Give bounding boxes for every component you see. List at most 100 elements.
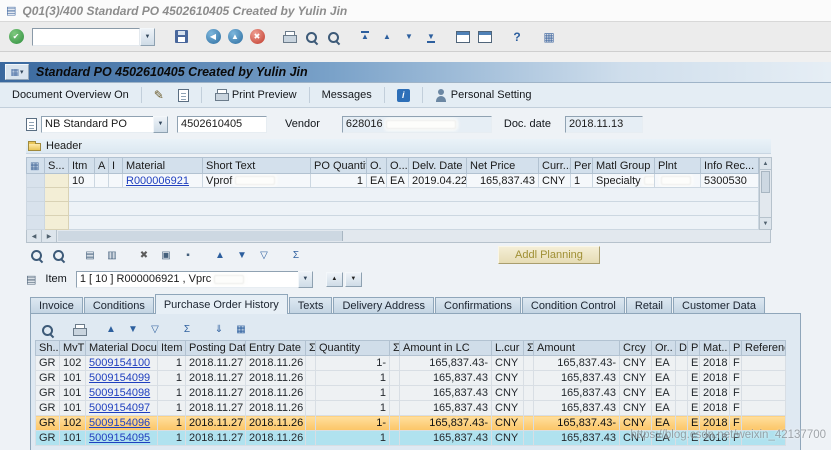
column-header[interactable]: PO Quantity — [310, 157, 367, 174]
save-icon[interactable] — [171, 26, 191, 48]
history-row[interactable]: GR 102 5009154096 1 2018.11.27 2018.11.2… — [35, 415, 786, 431]
item-row[interactable]: 10 R000006921 Vprof 1 EA EA 2019.04.22 1… — [26, 173, 759, 188]
column-header[interactable]: Amount — [533, 340, 620, 356]
filter-icon[interactable]: ▽ — [145, 319, 165, 341]
column-header[interactable]: Material Docu... — [85, 340, 158, 356]
column-header[interactable]: Quantity — [315, 340, 390, 356]
history-row[interactable]: GR 101 5009154099 1 2018.11.27 2018.11.2… — [35, 370, 786, 386]
scroll-left-icon[interactable] — [27, 230, 42, 242]
material-document-link[interactable]: 5009154098 — [89, 387, 150, 399]
column-header[interactable]: P — [729, 340, 742, 356]
item-combo-value[interactable]: 1 [ 10 ] R000006921 , Vprc — [75, 270, 298, 288]
column-header[interactable]: Reference — [741, 340, 786, 356]
next-page-icon[interactable]: ▼ — [399, 26, 419, 48]
history-row[interactable]: GR 101 5009154095 1 2018.11.27 2018.11.2… — [35, 430, 786, 446]
column-header[interactable]: Crcy — [619, 340, 652, 356]
print-icon[interactable] — [279, 26, 299, 48]
empty-item-row[interactable] — [26, 187, 759, 202]
sort-descending-icon[interactable]: ▼ — [123, 319, 143, 341]
column-header[interactable]: Entry Date — [245, 340, 306, 356]
scroll-down-icon[interactable] — [760, 217, 771, 229]
column-header[interactable]: Curr... — [538, 157, 571, 174]
row-select-cell[interactable] — [26, 215, 45, 230]
column-header[interactable]: Material — [122, 157, 203, 174]
search-next-icon[interactable] — [48, 244, 68, 266]
column-header[interactable]: Matl Group — [592, 157, 655, 174]
find-next-icon[interactable] — [323, 26, 343, 48]
column-header[interactable]: Amount in LC — [399, 340, 492, 356]
back-icon[interactable]: ◀ — [203, 26, 223, 48]
addl-planning-button[interactable]: Addl Planning — [498, 246, 600, 264]
column-header[interactable]: O. — [366, 157, 387, 174]
scroll-right-icon[interactable] — [42, 230, 57, 242]
table-settings-icon[interactable] — [30, 160, 39, 172]
order-type-value[interactable]: NB Standard PO — [41, 115, 153, 133]
details-icon[interactable] — [37, 319, 57, 341]
new-session-icon[interactable] — [453, 26, 473, 48]
tab[interactable]: Confirmations — [435, 297, 521, 314]
column-header[interactable]: Σ — [389, 340, 400, 356]
column-header[interactable]: Per — [570, 157, 593, 174]
history-row[interactable]: GR 101 5009154098 1 2018.11.27 2018.11.2… — [35, 385, 786, 401]
customize-layout-icon[interactable]: ▦ — [539, 26, 559, 48]
column-header[interactable]: Mat.. — [699, 340, 730, 356]
tab[interactable]: Texts — [288, 297, 333, 314]
export-icon[interactable]: ⇓ — [209, 319, 229, 341]
duplicate-item-icon[interactable]: ▣ — [156, 244, 176, 266]
previous-page-icon[interactable]: ▲ — [377, 26, 397, 48]
create-shortcut-icon[interactable] — [475, 26, 495, 48]
command-field[interactable] — [32, 27, 140, 46]
column-header[interactable]: P — [687, 340, 700, 356]
help-icon[interactable]: ? — [507, 26, 527, 48]
next-item-icon[interactable] — [344, 271, 362, 287]
column-header[interactable]: Short Text — [202, 157, 311, 174]
tab[interactable]: Conditions — [83, 297, 154, 314]
column-header[interactable]: MvT — [59, 340, 86, 356]
display-change-button[interactable] — [150, 86, 168, 104]
sum-icon[interactable]: Σ — [177, 319, 197, 341]
tab[interactable]: Invoice — [30, 297, 83, 314]
column-header[interactable]: O... — [386, 157, 409, 174]
print-preview-button[interactable]: Print Preview — [210, 87, 301, 103]
subtotal-icon[interactable]: Σ — [286, 244, 306, 266]
vendor-field[interactable]: 628016 — [341, 115, 492, 133]
material-document-link[interactable]: 5009154095 — [89, 432, 150, 444]
messages-button[interactable]: Messages — [318, 87, 376, 103]
previous-item-icon[interactable] — [325, 271, 343, 287]
column-header[interactable]: Itm — [68, 157, 95, 174]
sort-descending-icon[interactable]: ▼ — [232, 244, 252, 266]
layout-icon[interactable]: ▦ — [231, 319, 251, 341]
column-header[interactable]: Σ — [523, 340, 534, 356]
find-icon[interactable] — [301, 26, 321, 48]
sort-ascending-icon[interactable]: ▲ — [210, 244, 230, 266]
scroll-up-icon[interactable] — [760, 158, 771, 170]
other-purchase-order-button[interactable] — [174, 87, 193, 104]
print-icon[interactable] — [69, 319, 89, 341]
tab[interactable]: Delivery Address — [333, 297, 435, 314]
column-header[interactable]: Info Rec... — [700, 157, 759, 174]
material-link[interactable]: R000006921 — [126, 175, 189, 187]
tab[interactable]: Purchase Order History — [154, 294, 288, 314]
column-header[interactable]: Plnt — [654, 157, 701, 174]
exit-icon[interactable]: ▲ — [225, 26, 245, 48]
horizontal-scroll-thumb[interactable] — [58, 231, 343, 241]
column-header[interactable]: L.cur — [491, 340, 524, 356]
history-row[interactable]: GR 102 5009154100 1 2018.11.27 2018.11.2… — [35, 355, 786, 371]
po-number-field[interactable]: 4502610405 — [177, 115, 267, 133]
transaction-menu-icon[interactable] — [5, 64, 29, 80]
row-select-cell[interactable] — [26, 187, 45, 202]
document-overview-button[interactable]: Document Overview On — [8, 87, 133, 103]
doc-date-field[interactable]: 2018.11.13 — [564, 115, 643, 133]
material-document-link[interactable]: 5009154099 — [89, 372, 150, 384]
window-menu-icon[interactable] — [6, 4, 16, 17]
material-document-link[interactable]: 5009154097 — [89, 402, 150, 414]
column-header[interactable]: Or.. — [651, 340, 676, 356]
tab[interactable]: Condition Control — [521, 297, 625, 314]
delete-item-icon[interactable]: ✖ — [134, 244, 154, 266]
item-dropdown-icon[interactable] — [297, 270, 313, 288]
last-page-icon[interactable]: ▼ — [421, 26, 441, 48]
item-collapse-icon[interactable] — [26, 273, 36, 286]
first-page-icon[interactable]: ▲ — [355, 26, 375, 48]
help-info-button[interactable] — [393, 87, 414, 104]
material-document-link[interactable]: 5009154096 — [89, 417, 150, 429]
